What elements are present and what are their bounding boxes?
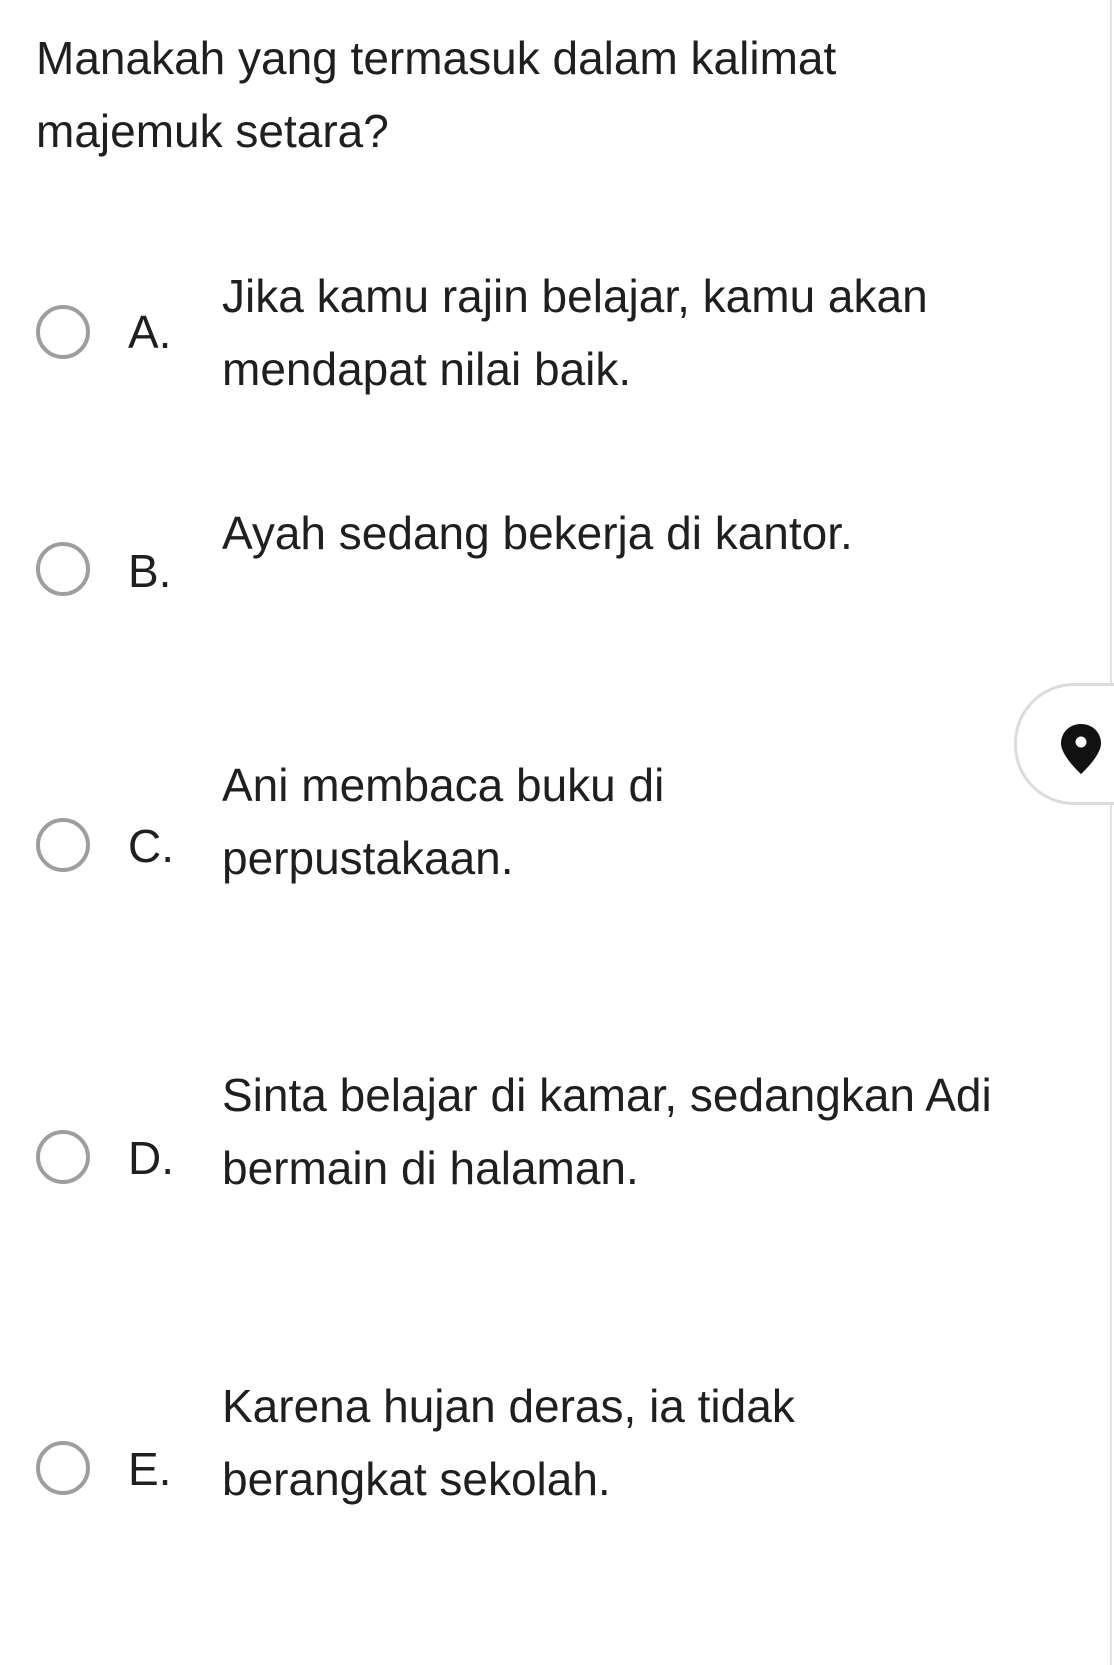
- option-c[interactable]: C. Ani membaca buku di perpustakaan.: [0, 740, 1000, 890]
- option-letter-d: D.: [128, 1132, 174, 1184]
- option-b[interactable]: B. Ayah sedang bekerja di kantor.: [0, 500, 1000, 650]
- option-letter-b: B.: [128, 545, 172, 597]
- radio-button-b[interactable]: [36, 542, 90, 596]
- question-text: Manakah yang termasuk dalam kalimat maje…: [36, 32, 837, 157]
- floating-side-tab[interactable]: [1014, 683, 1114, 805]
- radio-button-c[interactable]: [36, 818, 90, 872]
- option-text-c: Ani membaca buku di perpustakaan.: [222, 759, 665, 884]
- option-text-b: Ayah sedang bekerja di kantor.: [222, 507, 853, 559]
- option-e[interactable]: E. Karena hujan deras, ia tidak berangka…: [0, 1365, 1000, 1515]
- location-pin-icon: [1061, 724, 1101, 774]
- option-d[interactable]: D. Sinta belajar di kamar, sedangkan Adi…: [0, 1054, 1000, 1204]
- option-letter-c: C.: [128, 820, 174, 872]
- option-text-d: Sinta belajar di kamar, sedangkan Adi be…: [222, 1069, 992, 1194]
- option-text-a: Jika kamu rajin belajar, kamu akan menda…: [222, 270, 928, 395]
- option-a[interactable]: A. Jika kamu rajin belajar, kamu akan me…: [0, 258, 1000, 408]
- radio-button-d[interactable]: [36, 1130, 90, 1184]
- option-text-e: Karena hujan deras, ia tidak berangkat s…: [222, 1380, 795, 1505]
- option-letter-a: A.: [128, 306, 172, 358]
- radio-button-a[interactable]: [36, 305, 90, 359]
- page-edge-divider: [1110, 0, 1112, 1665]
- option-letter-e: E.: [128, 1443, 172, 1495]
- radio-button-e[interactable]: [36, 1441, 90, 1495]
